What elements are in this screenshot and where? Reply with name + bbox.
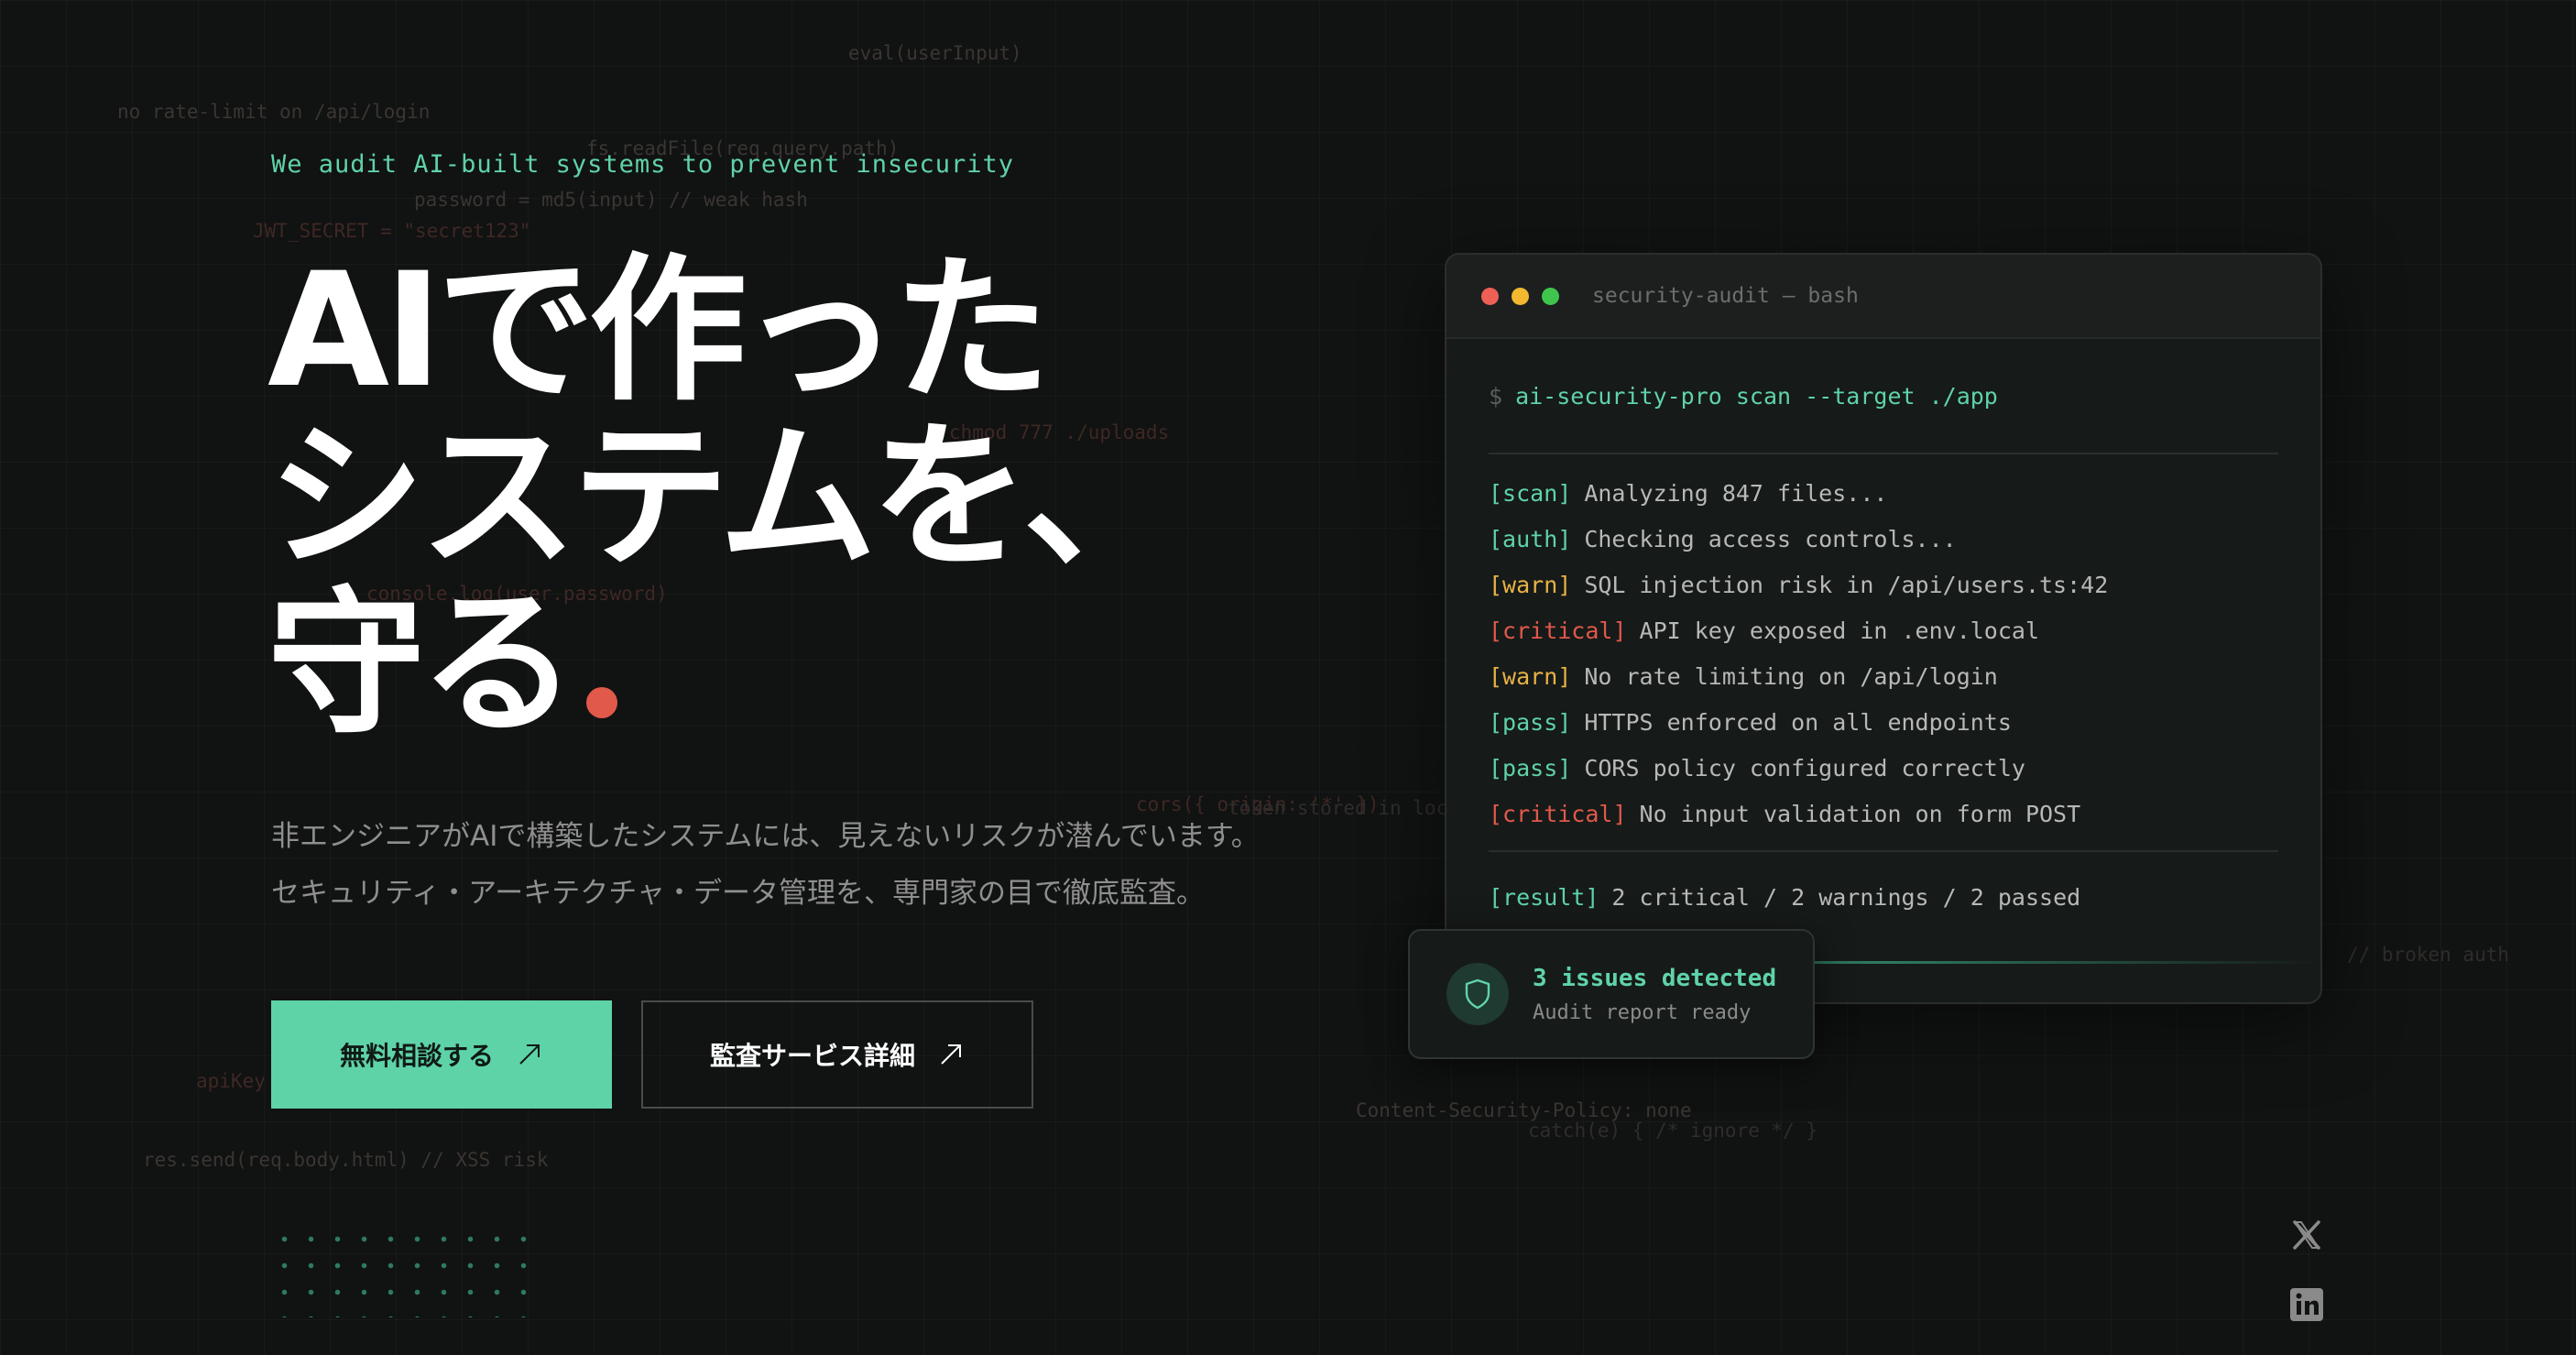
shield-icon [1465, 978, 1490, 1010]
log-text: No input validation on form POST [1639, 801, 2081, 827]
accent-dot [586, 687, 617, 718]
audit-service-details-label: 監査サービス詳細 [709, 1041, 915, 1071]
log-text: No rate limiting on /api/login [1584, 663, 1998, 690]
bg-code-fragment: no rate-limit on /api/login [117, 101, 431, 123]
log-tag: [pass] [1489, 755, 1572, 781]
bg-code-fragment: res.send(req.body.html) // XSS risk [143, 1149, 549, 1171]
terminal-command-line: $ ai-security-pro scan --target ./app [1489, 339, 2278, 454]
status-title: 3 issues detected [1533, 964, 1777, 992]
bg-code-fragment: password = md5(input) // weak hash [414, 189, 808, 211]
headline-line-1: AIで作った [267, 238, 1051, 422]
hero-headline: AIで作った システムを、 守る [267, 238, 1181, 748]
log-line: [critical] No input validation on form PO… [1489, 792, 2278, 837]
linkedin-icon[interactable] [2288, 1286, 2325, 1323]
result-text: 2 critical / 2 warnings / 2 passed [1611, 883, 2081, 911]
arrow-up-right-icon [519, 1044, 540, 1065]
log-text: SQL injection risk in /api/users.ts:42 [1584, 572, 2109, 598]
bg-code-fragment: eval(userInput) [848, 42, 1022, 64]
log-line: [scan] Analyzing 847 files... [1489, 471, 2278, 517]
terminal-titlebar: security-audit — bash [1446, 255, 2320, 339]
arrow-up-right-icon [941, 1044, 961, 1065]
maximize-dot-icon [1542, 287, 1559, 305]
log-line: [pass] CORS policy configured correctly [1489, 746, 2278, 792]
terminal-command: ai-security-pro scan --target ./app [1515, 382, 1998, 410]
log-tag: [warn] [1489, 572, 1572, 598]
log-line: [warn] SQL injection risk in /api/users.t… [1489, 563, 2278, 608]
bg-code-fragment: Content-Security-Policy: none [1356, 1099, 1692, 1121]
log-line: [pass] HTTPS enforced on all endpoints [1489, 700, 2278, 746]
log-text: API key exposed in .env.local [1639, 617, 2040, 644]
terminal-log: [scan] Analyzing 847 files... [auth] Check… [1489, 454, 2278, 852]
log-tag: [critical] [1489, 801, 1627, 827]
terminal-window: security-audit — bash $ ai-security-pro … [1445, 253, 2322, 1004]
log-line: [auth] Checking access controls... [1489, 517, 2278, 563]
shield-icon-badge [1446, 963, 1509, 1025]
status-text: 3 issues detected Audit report ready [1533, 965, 1776, 1024]
free-consultation-button[interactable]: 無料相談する [271, 1000, 612, 1109]
log-tag: [pass] [1489, 709, 1572, 736]
headline-line-3-text: 守る [267, 572, 577, 756]
free-consultation-label: 無料相談する [339, 1041, 494, 1071]
minimize-dot-icon [1512, 287, 1529, 305]
log-tag: [scan] [1489, 480, 1572, 507]
audit-service-details-button[interactable]: 監査サービス詳細 [641, 1000, 1033, 1109]
bg-code-fragment: catch(e) { /* ignore */ } [1528, 1120, 1818, 1142]
result-tag: [result] [1489, 883, 1599, 911]
bg-code-fragment: apiKey [196, 1070, 266, 1092]
log-text: Checking access controls... [1584, 526, 1957, 552]
headline-line-3: 守る [267, 581, 1175, 748]
status-subtitle: Audit report ready [1533, 1000, 1752, 1024]
log-tag: [warn] [1489, 663, 1572, 690]
close-dot-icon [1481, 287, 1499, 305]
log-text: HTTPS enforced on all endpoints [1584, 709, 2012, 736]
log-tag: [auth] [1489, 526, 1572, 552]
terminal-prompt: $ [1489, 382, 1503, 410]
log-tag: [critical] [1489, 617, 1627, 644]
log-text: Analyzing 847 files... [1584, 480, 1888, 507]
terminal-body: $ ai-security-pro scan --target ./app [s… [1446, 339, 2320, 942]
decorative-dot-grid [271, 1226, 528, 1317]
description-line-1: 非エンジニアがAIで構築したシステムには、見えないリスクが潜んでいます。 [271, 820, 1260, 853]
bg-code-fragment: // broken auth [2347, 944, 2510, 966]
hero-eyebrow: We audit AI-built systems to prevent ins… [271, 150, 1015, 179]
log-line: [warn] No rate limiting on /api/login [1489, 654, 2278, 700]
issues-status-card: 3 issues detected Audit report ready [1408, 929, 1815, 1059]
terminal-title: security-audit — bash [1592, 284, 1859, 308]
headline-line-2: システムを、 [267, 405, 1181, 589]
x-icon[interactable] [2288, 1217, 2325, 1253]
log-text: CORS policy configured correctly [1584, 755, 2025, 781]
hero-description: 非エンジニアがAIで構築したシステムには、見えないリスクが潜んでいます。 セキュ… [271, 808, 1260, 922]
description-line-2: セキュリティ・アーキテクチャ・データ管理を、専門家の目で徹底監査。 [271, 877, 1205, 910]
log-line: [critical] API key exposed in .env.local [1489, 608, 2278, 654]
